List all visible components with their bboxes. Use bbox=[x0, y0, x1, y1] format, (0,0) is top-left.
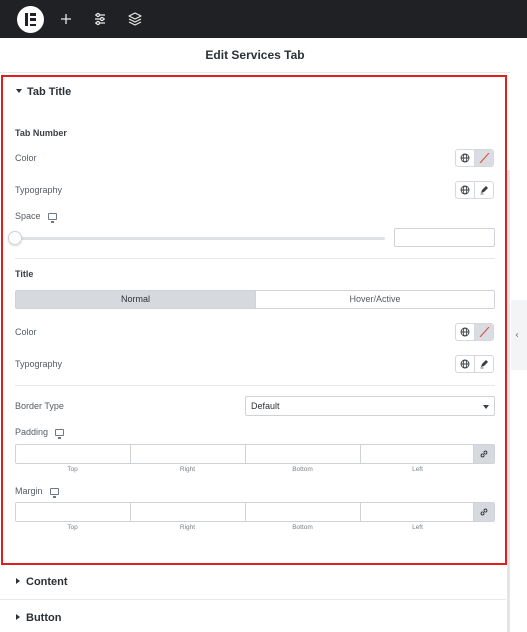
desktop-icon[interactable] bbox=[49, 488, 59, 498]
space-label-row: Space bbox=[15, 211, 57, 223]
padding-label: Padding bbox=[15, 427, 49, 437]
global-typography-button[interactable] bbox=[456, 356, 475, 372]
tab-number-typography-label: Typography bbox=[15, 185, 63, 195]
space-slider-handle[interactable] bbox=[8, 231, 22, 245]
divider bbox=[15, 385, 495, 386]
divider bbox=[15, 258, 495, 259]
divider bbox=[0, 599, 506, 600]
padding-dimensions bbox=[15, 444, 495, 464]
globe-icon bbox=[460, 185, 470, 195]
title-typography-label: Typography bbox=[15, 359, 63, 369]
link-icon bbox=[480, 450, 488, 458]
padding-bottom-caption: Bottom bbox=[292, 466, 313, 473]
plus-icon[interactable] bbox=[58, 11, 74, 27]
desktop-icon[interactable] bbox=[47, 213, 57, 223]
border-type-label: Border Type bbox=[15, 401, 64, 411]
space-input[interactable] bbox=[394, 228, 495, 247]
link-values-button[interactable] bbox=[474, 445, 494, 463]
tab-number-color-control bbox=[455, 149, 494, 167]
padding-right-input[interactable] bbox=[131, 445, 246, 463]
layers-icon[interactable] bbox=[127, 11, 143, 27]
margin-right-caption: Right bbox=[179, 524, 196, 531]
margin-label-row: Margin bbox=[15, 486, 59, 498]
chevron-left-icon: ‹ bbox=[515, 330, 519, 341]
section-toggle-button[interactable]: Button bbox=[16, 612, 61, 624]
caret-right-icon bbox=[16, 614, 20, 621]
divider bbox=[0, 72, 510, 73]
tab-hover-active[interactable]: Hover/Active bbox=[255, 291, 494, 308]
caret-right-icon bbox=[16, 578, 20, 585]
padding-left-input[interactable] bbox=[361, 445, 474, 463]
color-picker-swatch[interactable] bbox=[475, 150, 493, 166]
link-icon bbox=[480, 508, 488, 516]
section-title: Tab Title bbox=[27, 86, 72, 98]
chevron-down-icon bbox=[483, 405, 489, 409]
caret-down-icon bbox=[16, 89, 22, 94]
edit-typography-button[interactable] bbox=[475, 356, 493, 372]
section-title: Button bbox=[26, 612, 62, 624]
title-color-control bbox=[455, 323, 494, 341]
padding-right-caption: Right bbox=[179, 466, 196, 473]
margin-bottom-input[interactable] bbox=[246, 503, 361, 521]
tab-normal[interactable]: Normal bbox=[16, 291, 255, 308]
padding-label-row: Padding bbox=[15, 427, 65, 439]
edit-typography-button[interactable] bbox=[475, 182, 493, 198]
margin-right-input[interactable] bbox=[131, 503, 246, 521]
global-colors-button[interactable] bbox=[456, 150, 475, 166]
global-typography-button[interactable] bbox=[456, 182, 475, 198]
margin-bottom-caption: Bottom bbox=[292, 524, 313, 531]
panel-scrollbar[interactable] bbox=[507, 170, 510, 632]
collapse-panel-button[interactable]: ‹ bbox=[511, 300, 527, 370]
top-toolbar bbox=[0, 0, 527, 38]
margin-label: Margin bbox=[15, 486, 43, 496]
pencil-icon bbox=[480, 360, 488, 369]
elementor-logo-icon[interactable] bbox=[17, 6, 44, 33]
globe-icon bbox=[460, 359, 470, 369]
space-slider-track[interactable] bbox=[15, 237, 385, 240]
color-picker-swatch[interactable] bbox=[475, 324, 493, 340]
padding-top-caption: Top bbox=[67, 466, 78, 473]
margin-left-input[interactable] bbox=[361, 503, 474, 521]
desktop-icon[interactable] bbox=[55, 429, 65, 439]
sliders-icon[interactable] bbox=[92, 11, 108, 27]
tab-title-section-highlight bbox=[1, 75, 507, 565]
title-typography-control bbox=[455, 355, 494, 373]
global-colors-button[interactable] bbox=[456, 324, 475, 340]
padding-left-caption: Left bbox=[412, 466, 423, 473]
state-tabs: Normal Hover/Active bbox=[15, 290, 495, 309]
tab-number-heading: Tab Number bbox=[15, 128, 67, 138]
title-color-label: Color bbox=[15, 327, 37, 337]
border-type-value: Default bbox=[251, 401, 280, 411]
space-label: Space bbox=[15, 211, 41, 221]
padding-top-input[interactable] bbox=[16, 445, 131, 463]
margin-left-caption: Left bbox=[412, 524, 423, 531]
tab-number-color-label: Color bbox=[15, 153, 37, 163]
padding-bottom-input[interactable] bbox=[246, 445, 361, 463]
border-type-select[interactable]: Default bbox=[245, 396, 495, 416]
section-title: Content bbox=[26, 576, 68, 588]
globe-icon bbox=[460, 153, 470, 163]
margin-top-input[interactable] bbox=[16, 503, 131, 521]
no-color-icon bbox=[479, 327, 490, 337]
panel-title: Edit Services Tab bbox=[205, 48, 305, 62]
title-heading: Title bbox=[15, 269, 34, 279]
link-values-button[interactable] bbox=[474, 503, 494, 521]
section-toggle-tab-title[interactable]: Tab Title bbox=[16, 86, 71, 98]
pencil-icon bbox=[480, 186, 488, 195]
tab-number-typography-control bbox=[455, 181, 494, 199]
no-color-icon bbox=[479, 153, 490, 163]
section-toggle-content[interactable]: Content bbox=[16, 576, 68, 588]
margin-dimensions bbox=[15, 502, 495, 522]
globe-icon bbox=[460, 327, 470, 337]
margin-top-caption: Top bbox=[67, 524, 78, 531]
